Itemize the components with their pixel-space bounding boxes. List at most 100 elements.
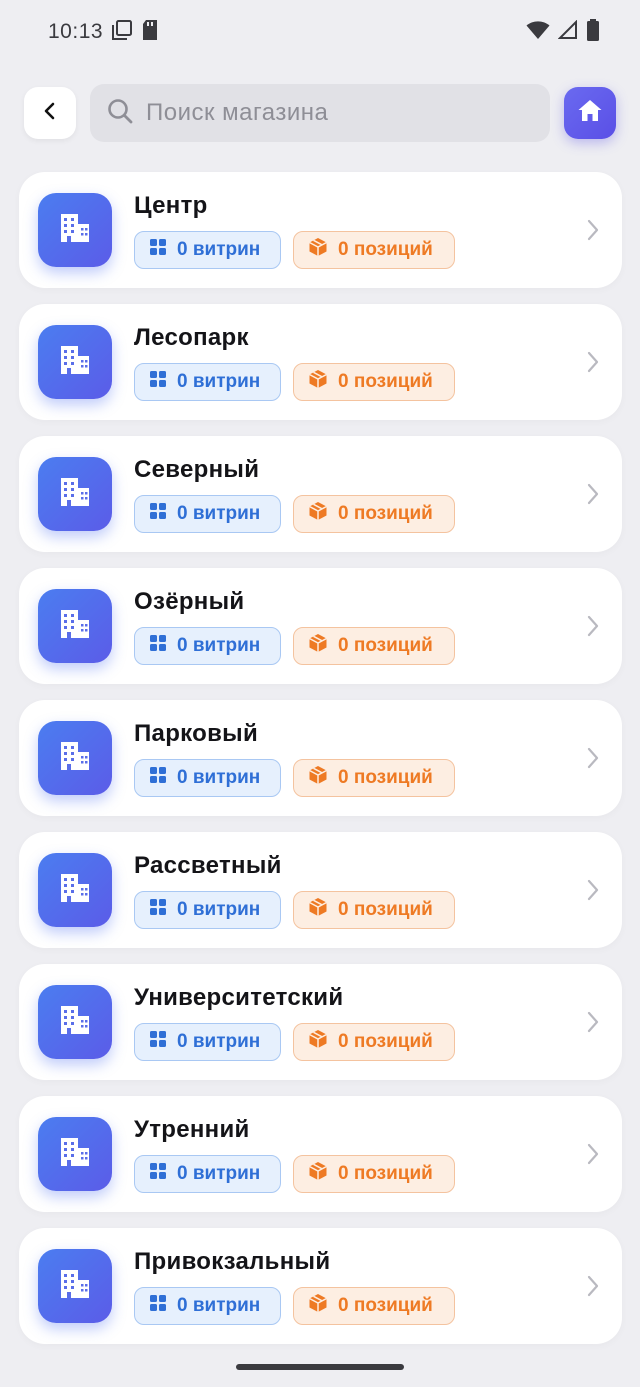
store-card-2[interactable]: Северный 0 витрин 0 позиций xyxy=(19,436,622,552)
showcases-badge: 0 витрин xyxy=(134,891,281,929)
store-name: Лесопарк xyxy=(134,324,249,351)
store-avatar xyxy=(38,457,112,531)
grid-icon xyxy=(149,634,167,658)
positions-count: 0 позиций xyxy=(338,239,433,260)
store-avatar xyxy=(38,193,112,267)
screen-cast-icon xyxy=(111,19,133,46)
box-icon xyxy=(308,1293,328,1319)
home-button[interactable] xyxy=(564,87,616,139)
chevron-right-icon xyxy=(586,350,600,379)
store-card-8[interactable]: Привокзальный 0 витрин 0 позиций xyxy=(19,1228,622,1344)
store-name: Рассветный xyxy=(134,852,282,879)
positions-count: 0 позиций xyxy=(338,1031,433,1052)
chevron-right-icon xyxy=(586,614,600,643)
wifi-icon xyxy=(526,20,550,45)
home-indicator xyxy=(236,1364,404,1370)
store-name: Парковый xyxy=(134,720,259,747)
chevron-right-icon xyxy=(586,1142,600,1171)
positions-count: 0 позиций xyxy=(338,1163,433,1184)
positions-badge: 0 позиций xyxy=(293,363,455,401)
grid-icon xyxy=(149,898,167,922)
store-card-4[interactable]: Парковый 0 витрин 0 позиций xyxy=(19,700,622,816)
building-icon xyxy=(58,1267,92,1306)
showcases-badge: 0 витрин xyxy=(134,627,281,665)
search-input[interactable] xyxy=(146,99,534,127)
showcases-count: 0 витрин xyxy=(177,899,261,920)
store-card-5[interactable]: Рассветный 0 витрин 0 позиций xyxy=(19,832,622,948)
box-icon xyxy=(308,633,328,659)
battery-icon xyxy=(586,18,600,46)
chevron-right-icon xyxy=(586,746,600,775)
positions-badge: 0 позиций xyxy=(293,1155,455,1193)
store-badges: 0 витрин 0 позиций xyxy=(134,759,455,797)
grid-icon xyxy=(149,1162,167,1186)
store-card-3[interactable]: Озёрный 0 витрин 0 позиций xyxy=(19,568,622,684)
building-icon xyxy=(58,607,92,646)
status-time: 10:13 xyxy=(48,20,104,43)
building-icon xyxy=(58,1003,92,1042)
back-button[interactable] xyxy=(24,87,76,139)
store-badges: 0 витрин 0 позиций xyxy=(134,1023,455,1061)
store-badges: 0 витрин 0 позиций xyxy=(134,231,455,269)
store-card-6[interactable]: Университетский 0 витрин 0 позиций xyxy=(19,964,622,1080)
positions-count: 0 позиций xyxy=(338,371,433,392)
store-avatar xyxy=(38,1117,112,1191)
positions-badge: 0 позиций xyxy=(293,231,455,269)
showcases-count: 0 витрин xyxy=(177,767,261,788)
showcases-count: 0 витрин xyxy=(177,371,261,392)
box-icon xyxy=(308,1161,328,1187)
signal-icon xyxy=(557,19,578,45)
store-card-7[interactable]: Утренний 0 витрин 0 позиций xyxy=(19,1096,622,1212)
building-icon xyxy=(58,211,92,250)
store-card-1[interactable]: Лесопарк 0 витрин 0 позиций xyxy=(19,304,622,420)
chevron-right-icon xyxy=(586,482,600,511)
showcases-badge: 0 витрин xyxy=(134,495,281,533)
showcases-badge: 0 витрин xyxy=(134,1287,281,1325)
store-card-0[interactable]: Центр 0 витрин 0 позиций xyxy=(19,172,622,288)
box-icon xyxy=(308,765,328,791)
store-avatar xyxy=(38,325,112,399)
chevron-right-icon xyxy=(586,218,600,247)
positions-badge: 0 позиций xyxy=(293,1023,455,1061)
chevron-right-icon xyxy=(586,1274,600,1303)
store-avatar xyxy=(38,985,112,1059)
building-icon xyxy=(58,343,92,382)
positions-count: 0 позиций xyxy=(338,635,433,656)
positions-count: 0 позиций xyxy=(338,767,433,788)
showcases-badge: 0 витрин xyxy=(134,1155,281,1193)
building-icon xyxy=(58,871,92,910)
search-box[interactable] xyxy=(90,84,550,142)
positions-badge: 0 позиций xyxy=(293,759,455,797)
search-icon xyxy=(106,97,134,130)
positions-count: 0 позиций xyxy=(338,899,433,920)
grid-icon xyxy=(149,1294,167,1318)
store-name: Северный xyxy=(134,456,260,483)
store-badges: 0 витрин 0 позиций xyxy=(134,1155,455,1193)
positions-badge: 0 позиций xyxy=(293,891,455,929)
grid-icon xyxy=(149,1030,167,1054)
store-name: Центр xyxy=(134,192,208,219)
showcases-count: 0 витрин xyxy=(177,635,261,656)
showcases-badge: 0 витрин xyxy=(134,231,281,269)
grid-icon xyxy=(149,502,167,526)
building-icon xyxy=(58,739,92,778)
store-name: Утренний xyxy=(134,1116,250,1143)
store-badges: 0 витрин 0 позиций xyxy=(134,495,455,533)
store-badges: 0 витрин 0 позиций xyxy=(134,627,455,665)
sd-card-icon xyxy=(141,19,159,46)
chevron-right-icon xyxy=(586,1010,600,1039)
top-bar xyxy=(24,84,616,142)
box-icon xyxy=(308,369,328,395)
showcases-count: 0 витрин xyxy=(177,1031,261,1052)
positions-count: 0 позиций xyxy=(338,503,433,524)
screen: 10:13 Поиск магазина Центр 0 витрин 0 по… xyxy=(0,0,640,1387)
status-right xyxy=(526,18,600,46)
building-icon xyxy=(58,475,92,514)
grid-icon xyxy=(149,766,167,790)
grid-icon xyxy=(149,370,167,394)
chevron-left-icon xyxy=(41,102,59,125)
store-avatar xyxy=(38,589,112,663)
store-avatar xyxy=(38,853,112,927)
showcases-count: 0 витрин xyxy=(177,239,261,260)
status-bar: 10:13 xyxy=(0,0,640,64)
